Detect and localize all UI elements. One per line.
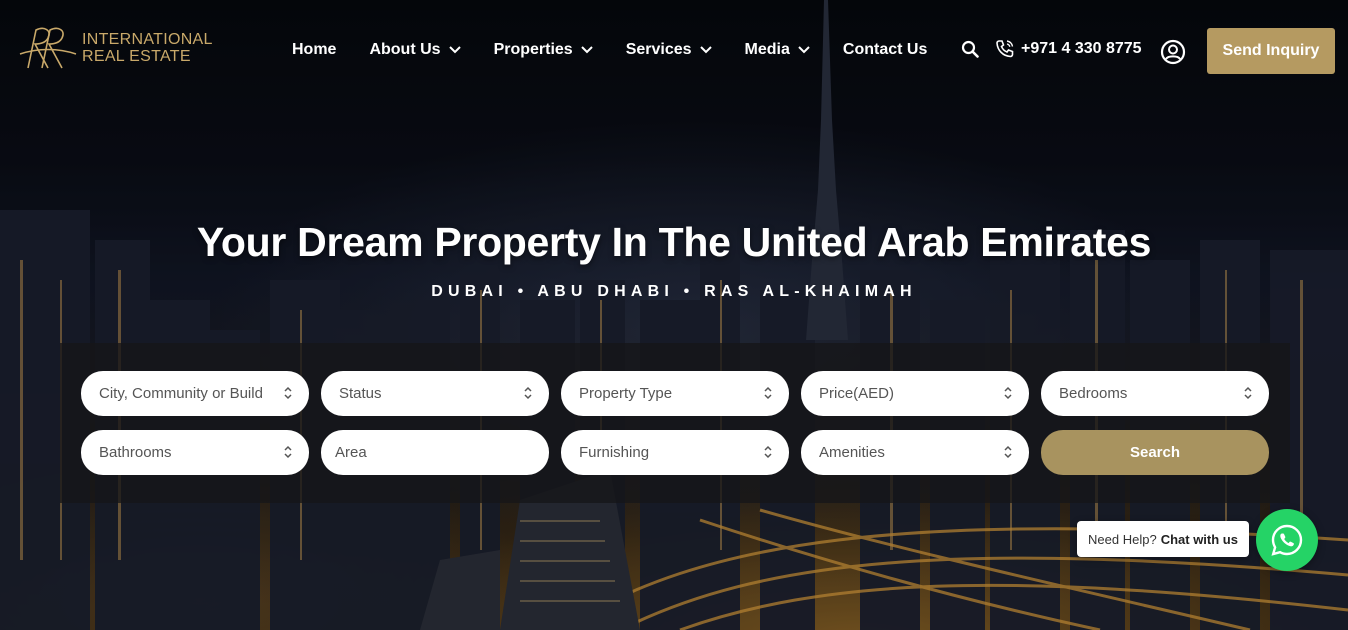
nav-services[interactable]: Services: [626, 41, 712, 59]
main-nav: Home About Us Properties Services Media …: [292, 38, 960, 62]
location-select[interactable]: City, Community or Build: [81, 371, 309, 416]
search-button[interactable]: Search: [1041, 430, 1269, 475]
phone-number: +971 4 330 8775: [1021, 40, 1142, 57]
price-select-label: Price(AED): [819, 385, 895, 402]
search-icon[interactable]: [961, 40, 979, 58]
brand-name-line1: INTERNATIONAL: [82, 31, 213, 48]
brand-name-line2: REAL ESTATE: [82, 48, 191, 65]
nav-about-us[interactable]: About Us: [369, 41, 461, 59]
hero-subtitle: DUBAI • ABU DHABI • RAS AL-KHAIMAH: [431, 283, 917, 300]
nav-services-label: Services: [625, 41, 692, 58]
bedrooms-select[interactable]: Bedrooms: [1041, 371, 1269, 416]
chevron-down-icon: [448, 46, 461, 54]
nav-properties-label: Properties: [493, 41, 573, 58]
updown-chevron-icon: [284, 386, 292, 400]
nav-home[interactable]: Home: [292, 41, 336, 59]
updown-chevron-icon: [1004, 386, 1012, 400]
chevron-down-icon: [580, 46, 593, 54]
chevron-down-icon: [798, 46, 810, 54]
chat-prefix: Need Help?: [1088, 531, 1157, 547]
whatsapp-button[interactable]: [1256, 509, 1318, 571]
rr-monogram-logo-icon: [19, 27, 77, 69]
bedrooms-select-label: Bedrooms: [1059, 385, 1128, 402]
bathrooms-select[interactable]: Bathrooms: [81, 430, 309, 475]
updown-chevron-icon: [1004, 445, 1012, 459]
nav-properties[interactable]: Properties: [494, 41, 593, 59]
chat-cta: Chat with us: [1160, 531, 1238, 547]
area-field[interactable]: [321, 430, 549, 475]
status-select[interactable]: Status: [321, 371, 549, 416]
amenities-select-label: Amenities: [819, 444, 885, 461]
furnishing-select-label: Furnishing: [579, 444, 650, 461]
chat-prompt[interactable]: Need Help? Chat with us: [1077, 521, 1249, 557]
updown-chevron-icon: [1244, 386, 1252, 400]
hero-title: Your Dream Property In The United Arab E…: [196, 219, 1152, 265]
send-inquiry-button[interactable]: Send Inquiry: [1207, 28, 1335, 74]
whatsapp-icon: [1271, 524, 1303, 556]
nav-home-label: Home: [292, 41, 337, 58]
site-logo[interactable]: INTERNATIONAL REAL ESTATE: [18, 24, 213, 72]
updown-chevron-icon: [764, 445, 772, 459]
nav-media-label: Media: [744, 41, 790, 58]
user-icon[interactable]: [1160, 39, 1186, 65]
property-search-panel: [60, 343, 1290, 503]
price-select[interactable]: Price(AED): [801, 371, 1029, 416]
area-input[interactable]: [321, 430, 549, 475]
phone-link[interactable]: +971 4 330 8775: [994, 38, 1142, 60]
status-select-label: Status: [339, 385, 382, 402]
updown-chevron-icon: [524, 386, 532, 400]
bathrooms-select-label: Bathrooms: [99, 444, 172, 461]
nav-contact-us-label: Contact Us: [842, 41, 928, 58]
property-type-select[interactable]: Property Type: [561, 371, 789, 416]
property-type-select-label: Property Type: [579, 385, 673, 402]
furnishing-select[interactable]: Furnishing: [561, 430, 789, 475]
nav-about-us-label: About Us: [369, 41, 441, 58]
nav-media[interactable]: Media: [745, 41, 810, 59]
amenities-select[interactable]: Amenities: [801, 430, 1029, 475]
updown-chevron-icon: [764, 386, 772, 400]
site-header: INTERNATIONAL REAL ESTATE Home About Us …: [0, 0, 1348, 100]
nav-contact-us[interactable]: Contact Us: [843, 41, 927, 59]
updown-chevron-icon: [284, 445, 292, 459]
chevron-down-icon: [699, 46, 712, 54]
location-select-label: City, Community or Build: [99, 385, 263, 402]
phone-icon: [996, 40, 1014, 58]
